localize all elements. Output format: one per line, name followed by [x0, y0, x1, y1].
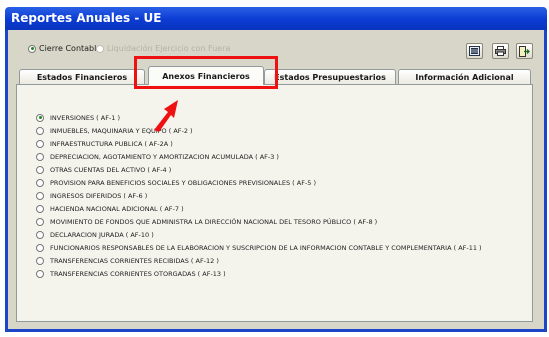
annex-option-item[interactable]: HACIENDA NACIONAL ADICIONAL ( AF-7 ) [36, 203, 536, 214]
option-label: Liquidación Ejercicio con Fuera [107, 44, 231, 53]
annex-option-item[interactable]: MOVIMIENTO DE FONDOS QUE ADMINISTRA LA D… [36, 216, 536, 227]
radio-icon[interactable] [36, 243, 44, 252]
radio-icon[interactable] [36, 191, 44, 200]
option-label: Cierre Contable [39, 44, 102, 53]
exit-button[interactable] [516, 43, 533, 59]
radio-icon[interactable] [36, 269, 44, 278]
print-icon [495, 46, 506, 56]
annex-option-item[interactable]: INMUEBLES, MAQUINARIA Y EQUIPO ( AF-2 ) [36, 125, 536, 136]
annex-option-label: FUNCIONARIOS RESPONSABLES DE LA ELABORAC… [50, 243, 482, 252]
window-title: Reportes Anuales - UE [11, 11, 162, 25]
radio-selected-icon[interactable] [28, 44, 36, 53]
table-icon [469, 46, 480, 56]
annex-option-label: DEPRECIACION, AGOTAMIENTO Y AMORTIZACION… [50, 152, 279, 161]
table-button[interactable] [466, 43, 483, 59]
annex-option-item[interactable]: TRANSFERENCIAS CORRIENTES OTORGADAS ( AF… [36, 268, 536, 279]
option-liquidacion: Liquidación Ejercicio con Fuera [96, 44, 230, 53]
tab-informacion-adicional[interactable]: Información Adicional [398, 69, 531, 84]
option-cierre-contable[interactable]: Cierre Contable [28, 44, 101, 53]
tab-label: Información Adicional [415, 72, 514, 82]
exit-icon [519, 45, 530, 57]
highlight-box [134, 56, 278, 89]
radio-icon[interactable] [36, 204, 44, 213]
radio-icon[interactable] [36, 256, 44, 265]
annex-option-item[interactable]: INVERSIONES ( AF-1 ) [36, 112, 536, 123]
annex-option-item[interactable]: PROVISION PARA BENEFICIOS SOCIALES Y OBL… [36, 177, 536, 188]
radio-selected-icon[interactable] [36, 113, 44, 122]
annex-option-label: OTRAS CUENTAS DEL ACTIVO ( AF-4 ) [50, 165, 172, 174]
radio-icon[interactable] [36, 230, 44, 239]
annex-option-label: MOVIMIENTO DE FONDOS QUE ADMINISTRA LA D… [50, 217, 378, 226]
annex-option-label: INGRESOS DIFERIDOS ( AF-6 ) [50, 191, 148, 200]
annex-option-item[interactable]: INGRESOS DIFERIDOS ( AF-6 ) [36, 190, 536, 201]
tab-estados-financieros[interactable]: Estados Financieros [19, 69, 145, 84]
title-bar[interactable]: Reportes Anuales - UE [5, 7, 547, 30]
annex-option-label: TRANSFERENCIAS CORRIENTES OTORGADAS ( AF… [50, 269, 226, 278]
annex-option-label: TRANSFERENCIAS CORRIENTES RECIBIDAS ( AF… [50, 256, 219, 265]
radio-icon[interactable] [36, 217, 44, 226]
tab-estados-presupuestarios[interactable]: Estados Presupuestarios [264, 69, 396, 84]
annex-option-item[interactable]: DEPRECIACION, AGOTAMIENTO Y AMORTIZACION… [36, 151, 536, 162]
annex-option-label: PROVISION PARA BENEFICIOS SOCIALES Y OBL… [50, 178, 317, 187]
radio-icon[interactable] [36, 152, 44, 161]
annex-option-item[interactable]: OTRAS CUENTAS DEL ACTIVO ( AF-4 ) [36, 164, 536, 175]
annex-option-item[interactable]: DECLARACION JURADA ( AF-10 ) [36, 229, 536, 240]
reportes-anuales-window: Reportes Anuales - UE Cierre Contable Li… [0, 0, 549, 337]
annex-option-item[interactable]: FUNCIONARIOS RESPONSABLES DE LA ELABORAC… [36, 242, 536, 253]
annex-option-item[interactable]: TRANSFERENCIAS CORRIENTES RECIBIDAS ( AF… [36, 255, 536, 266]
annex-list: INVERSIONES ( AF-1 ) INMUEBLES, MAQUINARI… [36, 112, 536, 281]
annex-option-label: INFRAESTRUCTURA PUBLICA ( AF-2A ) [50, 139, 173, 148]
tab-label: Estados Presupuestarios [274, 72, 386, 82]
radio-icon[interactable] [36, 139, 44, 148]
annex-option-label: DECLARACION JURADA ( AF-10 ) [50, 230, 154, 239]
tab-label: Estados Financieros [36, 72, 128, 82]
pointer-arrow-icon [154, 100, 178, 132]
radio-icon[interactable] [36, 165, 44, 174]
radio-icon[interactable] [36, 126, 44, 135]
annex-option-item[interactable]: INFRAESTRUCTURA PUBLICA ( AF-2A ) [36, 138, 536, 149]
print-button[interactable] [492, 43, 509, 59]
annex-option-label: HACIENDA NACIONAL ADICIONAL ( AF-7 ) [50, 204, 184, 213]
radio-icon[interactable] [36, 178, 44, 187]
radio-icon [96, 44, 104, 53]
annex-option-label: INVERSIONES ( AF-1 ) [50, 113, 121, 122]
